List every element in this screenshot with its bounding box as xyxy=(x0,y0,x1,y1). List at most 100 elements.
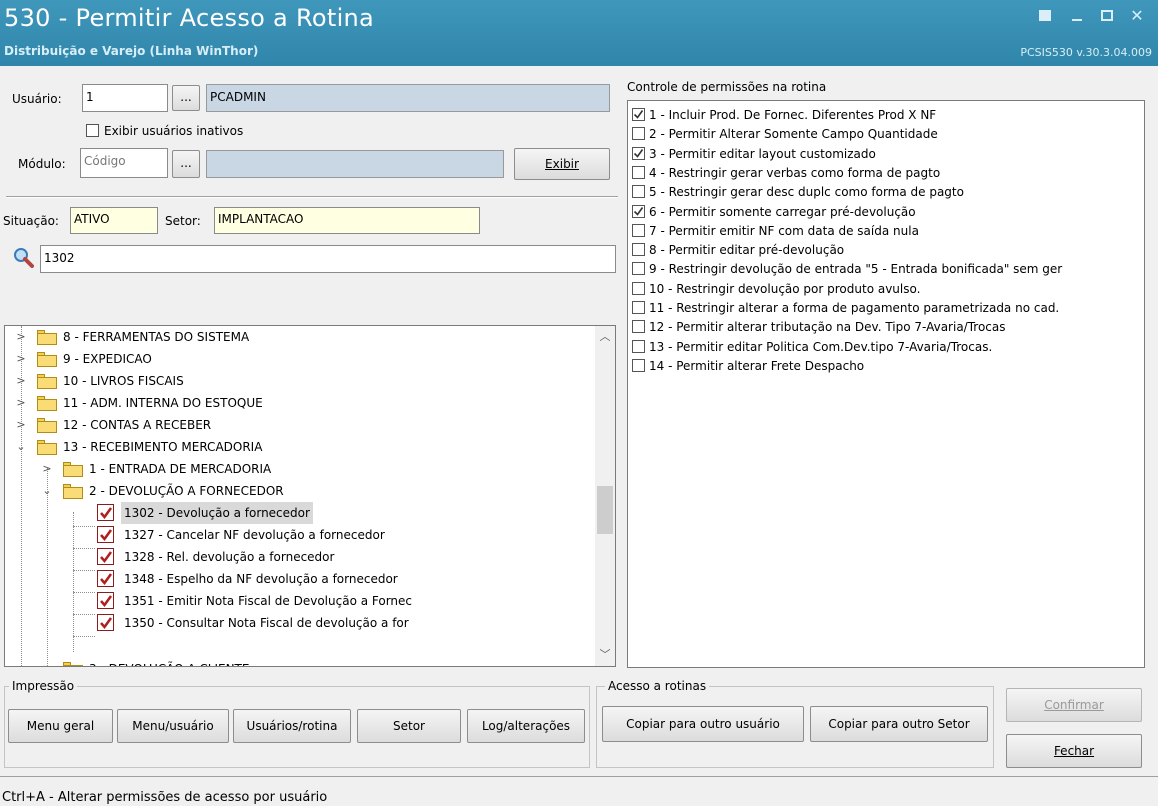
tree-item-label: 1350 - Consultar Nota Fiscal de devoluçã… xyxy=(124,616,409,630)
chevron-right-icon[interactable]: > xyxy=(15,370,27,392)
permission-item[interactable]: 6 - Permitir somente carregar pré-devolu… xyxy=(632,203,916,222)
unchecked-checkbox[interactable] xyxy=(632,243,645,257)
tree-item-10[interactable]: > 10 - LIVROS FISCAIS xyxy=(5,370,595,392)
tree-connector xyxy=(73,636,95,637)
chevron-right-icon[interactable]: > xyxy=(15,348,27,370)
module-browse-button[interactable]: ... xyxy=(172,150,200,178)
permission-item[interactable]: 8 - Permitir editar pré-devolução xyxy=(632,241,844,260)
permission-item[interactable]: 3 - Permitir editar layout customizado xyxy=(632,145,876,164)
tree-item-label: 9 - EXPEDICAO xyxy=(63,352,152,366)
tree-item-label: 1 - ENTRADA DE MERCADORIA xyxy=(89,462,272,476)
tree-item-13-2[interactable]: ⌄ 2 - DEVOLUÇÃO A FORNECEDOR xyxy=(5,480,595,502)
permission-label: 3 - Permitir editar layout customizado xyxy=(649,146,876,161)
search-input[interactable]: 1302 xyxy=(40,245,616,273)
inactive-users-checkbox[interactable] xyxy=(86,124,99,137)
tree-item-label: 1328 - Rel. devolução a fornecedor xyxy=(124,550,335,564)
permission-item[interactable]: 9 - Restringir devolução de entrada "5 -… xyxy=(632,260,1062,279)
checked-checkbox[interactable] xyxy=(97,548,114,565)
user-name-field: PCADMIN xyxy=(206,84,610,112)
tree-item-13-1[interactable]: > 1 - ENTRADA DE MERCADORIA xyxy=(5,458,595,480)
permission-item[interactable]: 2 - Permitir Alterar Somente Campo Quant… xyxy=(632,125,938,144)
situacao-field: ATIVO xyxy=(70,207,158,234)
checked-checkbox[interactable] xyxy=(97,526,114,543)
permission-item[interactable]: 4 - Restringir gerar verbas como forma d… xyxy=(632,164,940,183)
user-code-input[interactable]: 1 xyxy=(82,84,168,112)
scroll-up-icon[interactable]: ︿ xyxy=(595,328,615,346)
restore-icon[interactable] xyxy=(1034,6,1056,26)
folder-icon xyxy=(37,396,57,411)
copy-to-sector-button[interactable]: Copiar para outro Setor xyxy=(810,706,988,742)
unchecked-checkbox[interactable] xyxy=(632,320,645,334)
close-button[interactable]: ✕ xyxy=(1126,6,1148,26)
close-form-button[interactable]: Fechar xyxy=(1006,734,1142,768)
copy-to-user-button[interactable]: Copiar para outro usuário xyxy=(602,706,804,742)
routine-tree[interactable]: > 8 - FERRAMENTAS DO SISTEMA > 9 - EXPED… xyxy=(4,325,616,667)
user-browse-button[interactable]: ... xyxy=(172,85,200,111)
permission-item[interactable]: 13 - Permitir editar Politica Com.Dev.ti… xyxy=(632,338,992,357)
window-title: 530 - Permitir Acesso a Rotina xyxy=(4,4,375,32)
unchecked-checkbox[interactable] xyxy=(632,165,645,179)
unchecked-checkbox[interactable] xyxy=(632,127,645,141)
unchecked-checkbox[interactable] xyxy=(632,223,645,237)
show-button-label: Exibir xyxy=(545,157,579,171)
chevron-right-icon[interactable]: > xyxy=(41,458,53,480)
checked-checkbox[interactable] xyxy=(97,504,114,521)
tree-item-13[interactable]: ⌄ 13 - RECEBIMENTO MERCADORIA xyxy=(5,436,595,458)
checked-checkbox[interactable] xyxy=(632,204,645,218)
tree-scrollbar[interactable]: ︿ ﹀ xyxy=(595,326,615,666)
permission-item[interactable]: 14 - Permitir alterar Frete Despacho xyxy=(632,357,864,376)
unchecked-checkbox[interactable] xyxy=(632,339,645,353)
tree-routine-1327[interactable]: 1327 - Cancelar NF devolução a fornecedo… xyxy=(5,524,595,546)
scroll-down-icon[interactable]: ﹀ xyxy=(595,646,615,664)
chevron-right-icon[interactable]: > xyxy=(41,658,53,666)
chevron-down-icon[interactable]: ⌄ xyxy=(15,436,27,458)
search-icon[interactable] xyxy=(12,246,34,268)
module-code-input[interactable]: Código xyxy=(80,148,168,178)
unchecked-checkbox[interactable] xyxy=(632,185,645,199)
checked-checkbox[interactable] xyxy=(97,592,114,609)
permission-item[interactable]: 7 - Permitir emitir NF com data de saída… xyxy=(632,222,919,241)
maximize-button[interactable] xyxy=(1096,6,1118,26)
chevron-right-icon[interactable]: > xyxy=(15,326,27,348)
unchecked-checkbox[interactable] xyxy=(632,358,645,372)
tree-routine-1328[interactable]: 1328 - Rel. devolução a fornecedor xyxy=(5,546,595,568)
checked-checkbox[interactable] xyxy=(632,108,645,121)
permission-item[interactable]: 5 - Restringir gerar desc duplc como for… xyxy=(632,183,964,202)
tree-routine-1302[interactable]: 1302 - Devolução a fornecedor xyxy=(5,502,595,524)
tree-routine-1350[interactable]: 1350 - Consultar Nota Fiscal de devoluçã… xyxy=(5,612,595,634)
minimize-button[interactable] xyxy=(1066,6,1088,26)
menu-usuario-button[interactable]: Menu/usuário xyxy=(117,709,229,743)
log-alteracoes-button[interactable]: Log/alterações xyxy=(467,709,585,743)
permission-label: 9 - Restringir devolução de entrada "5 -… xyxy=(649,262,1063,277)
checked-checkbox[interactable] xyxy=(632,146,645,160)
chevron-right-icon[interactable]: > xyxy=(15,392,27,414)
unchecked-checkbox[interactable] xyxy=(632,281,645,295)
menu-geral-button[interactable]: Menu geral xyxy=(8,709,113,743)
permission-item[interactable]: 12 - Permitir alterar tributação na Dev.… xyxy=(632,318,1006,337)
tree-item-12[interactable]: > 12 - CONTAS A RECEBER xyxy=(5,414,595,436)
permission-item[interactable]: 10 - Restringir devolução por produto av… xyxy=(632,280,920,299)
usuarios-rotina-button[interactable]: Usuários/rotina xyxy=(233,709,351,743)
checked-checkbox[interactable] xyxy=(97,570,114,587)
setor-label: Setor: xyxy=(165,214,201,228)
permission-item[interactable]: 1 - Incluir Prod. De Fornec. Diferentes … xyxy=(632,106,936,125)
tree-routine-1348[interactable]: 1348 - Espelho da NF devolução a fornece… xyxy=(5,568,595,590)
tree-item-13-3[interactable]: > 3 - DEVOLUÇÃO A CLIENTE xyxy=(5,658,595,666)
confirm-button[interactable]: Confirmar xyxy=(1006,688,1142,722)
chevron-right-icon[interactable]: > xyxy=(15,414,27,436)
tree-routine-1351[interactable]: 1351 - Emitir Nota Fiscal de Devolução a… xyxy=(5,590,595,612)
show-button[interactable]: Exibir xyxy=(514,148,610,180)
checked-checkbox[interactable] xyxy=(97,614,114,631)
setor-button[interactable]: Setor xyxy=(357,709,461,743)
tree-item-11[interactable]: > 11 - ADM. INTERNA DO ESTOQUE xyxy=(5,392,595,414)
chevron-down-icon[interactable]: ⌄ xyxy=(41,480,53,502)
permission-label: 4 - Restringir gerar verbas como forma d… xyxy=(649,165,941,180)
unchecked-checkbox[interactable] xyxy=(632,262,645,276)
permission-label: 11 - Restringir alterar a forma de pagam… xyxy=(649,301,1060,315)
scroll-thumb[interactable] xyxy=(597,486,613,534)
permission-item[interactable]: 11 - Restringir alterar a forma de pagam… xyxy=(632,299,1059,318)
permissions-list[interactable]: 1 - Incluir Prod. De Fornec. Diferentes … xyxy=(627,100,1145,668)
tree-item-8[interactable]: > 8 - FERRAMENTAS DO SISTEMA xyxy=(5,326,595,348)
unchecked-checkbox[interactable] xyxy=(632,301,645,314)
tree-item-9[interactable]: > 9 - EXPEDICAO xyxy=(5,348,595,370)
